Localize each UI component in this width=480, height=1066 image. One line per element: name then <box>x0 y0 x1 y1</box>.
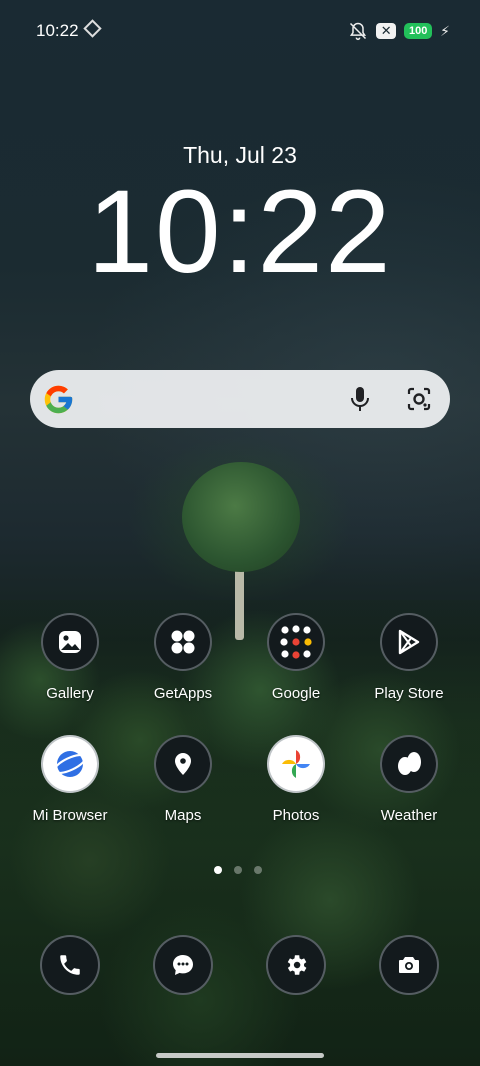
status-icons: ✕ 100 ⚡ <box>348 20 450 42</box>
app-label-play-store: Play Store <box>374 685 444 702</box>
app-label-getapps: GetApps <box>153 685 213 702</box>
weather-icon <box>380 735 438 793</box>
app-mi-browser[interactable]: Mi Browser <box>15 735 125 824</box>
photos-icon <box>267 735 325 793</box>
status-bar: 10:22 ✕ 100 ⚡ <box>0 0 480 62</box>
google-lens-icon[interactable] <box>406 386 432 412</box>
app-getapps[interactable]: GetApps <box>128 613 238 702</box>
lockscreen-date: Thu, Jul 23 <box>183 142 297 168</box>
dock-camera[interactable] <box>379 935 439 995</box>
page-dot-2[interactable] <box>234 866 242 874</box>
app-maps[interactable]: Maps <box>128 735 238 824</box>
microphone-icon[interactable] <box>348 385 372 413</box>
status-time: 10:22 <box>36 21 79 40</box>
google-g-icon <box>44 385 73 414</box>
play-store-icon <box>380 613 438 671</box>
wallpaper-tree <box>182 462 300 572</box>
app-gallery[interactable]: Gallery <box>15 613 125 702</box>
google-search-bar[interactable] <box>30 370 450 428</box>
x-app-icon: ✕ <box>376 23 397 39</box>
gallery-icon <box>41 613 99 671</box>
sync-icon <box>83 19 102 38</box>
gesture-home-bar[interactable] <box>156 1053 324 1058</box>
app-label-google: Google <box>271 685 321 702</box>
messages-icon <box>173 955 193 975</box>
settings-icon <box>287 955 307 975</box>
app-label-photos: Photos <box>272 807 320 824</box>
app-label-gallery: Gallery <box>46 685 94 702</box>
page-dot-3[interactable] <box>254 866 262 874</box>
app-google-folder[interactable]: Google <box>241 613 351 702</box>
google-folder-icon <box>267 613 325 671</box>
phone-icon <box>60 955 80 975</box>
app-play-store[interactable]: Play Store <box>354 613 464 702</box>
dock-phone[interactable] <box>40 935 100 995</box>
charging-bolt-icon: ⚡ <box>440 22 450 39</box>
battery-icon: 100 <box>404 23 433 39</box>
mi-browser-icon <box>41 735 99 793</box>
dock-settings[interactable] <box>266 935 326 995</box>
app-weather[interactable]: Weather <box>354 735 464 824</box>
camera-icon <box>399 957 419 973</box>
app-label-mi-browser: Mi Browser <box>32 807 108 824</box>
dock-messages[interactable] <box>153 935 213 995</box>
maps-icon <box>154 735 212 793</box>
page-indicator[interactable] <box>214 866 262 874</box>
app-label-weather: Weather <box>380 807 438 824</box>
getapps-icon <box>154 613 212 671</box>
bell-muted-icon <box>350 22 367 41</box>
app-photos[interactable]: Photos <box>241 735 351 824</box>
lockscreen-clock[interactable]: 10:22 <box>0 170 480 295</box>
app-label-maps: Maps <box>164 807 202 824</box>
page-dot-1[interactable] <box>214 866 222 874</box>
